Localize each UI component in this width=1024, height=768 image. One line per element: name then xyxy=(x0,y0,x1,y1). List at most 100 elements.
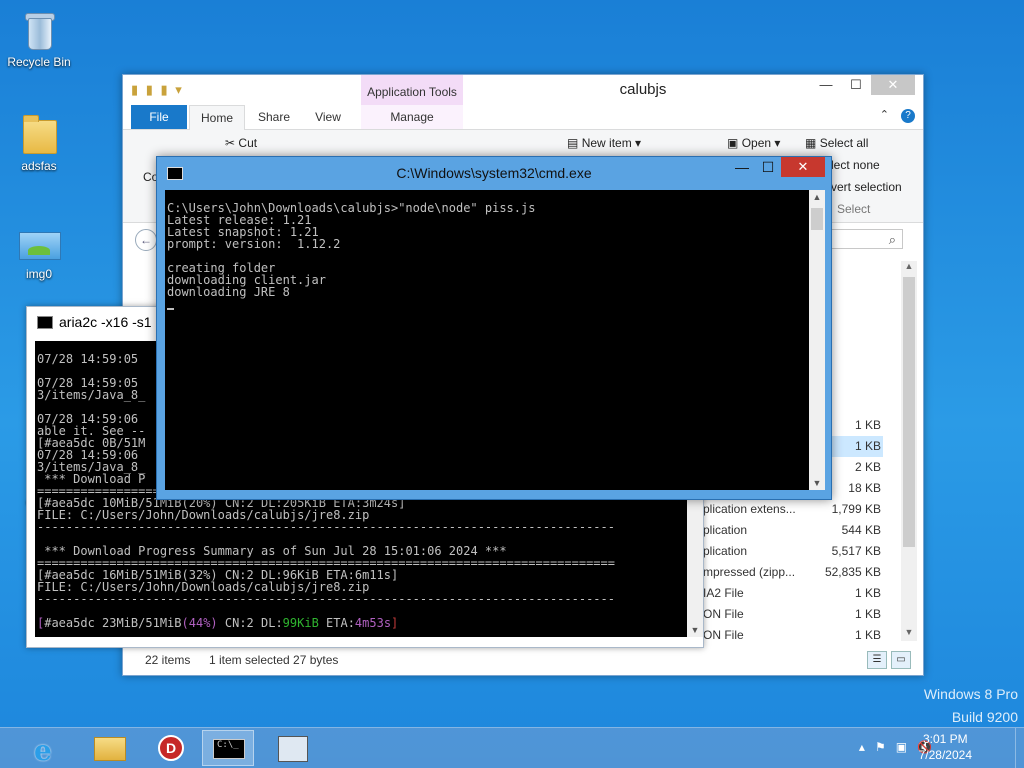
taskbar-internet-explorer[interactable]: e xyxy=(20,730,72,767)
cmd-window[interactable]: C:\Windows\system32\cmd.exe — ☐ ✕ C:\Use… xyxy=(156,156,832,500)
ribbon-tabs: File Home Share View Manage ⌃ ? xyxy=(123,105,923,131)
text-cursor xyxy=(167,308,174,310)
file-size: 1,799 KB xyxy=(831,502,881,516)
clock-date: 7/28/2024 xyxy=(918,748,972,762)
maximize-button[interactable]: ☐ xyxy=(755,157,781,177)
scissors-icon: ✂ xyxy=(225,136,236,150)
taskbar: e D C:\_ ▴ ⚑ ▣ 🔇 3:01 PM 7/28/2024 xyxy=(0,727,1024,768)
close-button[interactable]: ✕ xyxy=(781,157,825,177)
taskbar-app-window[interactable] xyxy=(266,730,318,766)
scroll-up-icon[interactable]: ▲ xyxy=(809,192,825,202)
progress-amount: 23MiB/51MiB xyxy=(102,616,182,630)
desktop-icon-recycle-bin[interactable]: Recycle Bin xyxy=(4,8,74,69)
clock[interactable]: 3:01 PM 7/28/2024 xyxy=(919,731,972,763)
tab-home[interactable]: Home xyxy=(189,105,245,131)
network-icon[interactable]: ▣ xyxy=(896,740,907,754)
desktop-icon-label: img0 xyxy=(25,267,52,281)
maximize-button[interactable]: ☐ xyxy=(841,75,871,95)
scroll-down-icon[interactable]: ▼ xyxy=(901,627,917,641)
file-type: mpressed (zipp... xyxy=(703,565,796,579)
select-all-button[interactable]: ▦ Select all xyxy=(805,136,868,150)
command-prompt-icon: C:\_ xyxy=(213,739,245,759)
tab-share[interactable]: Share xyxy=(249,105,299,129)
console-line: ----------------------------------------… xyxy=(37,592,615,606)
file-row[interactable]: plication extens... 1,799 KB xyxy=(703,499,883,520)
open-icon: ▣ xyxy=(727,136,739,150)
explorer-titlebar[interactable]: ▮ ▮ ▮ ▾ Application Tools calubjs — ☐ ✕ xyxy=(123,75,923,105)
edition-watermark: Windows 8 Pro xyxy=(923,686,1018,702)
file-size: 544 KB xyxy=(841,523,881,537)
desktop-icon-img0[interactable]: img0 xyxy=(4,220,74,281)
ribbon-collapse-icon[interactable]: ⌃ xyxy=(880,108,889,121)
action-center-flag-icon[interactable]: ⚑ xyxy=(875,740,886,754)
progress-cn: CN:2 DL: xyxy=(217,616,283,630)
help-icon[interactable]: ? xyxy=(901,109,915,123)
file-list-scrollbar[interactable]: ▲ ▼ xyxy=(901,261,917,641)
file-type: plication xyxy=(703,544,748,558)
scrollbar-thumb[interactable] xyxy=(811,208,823,230)
file-row[interactable]: mpressed (zipp... 52,835 KB xyxy=(703,562,883,583)
large-icons-view-icon[interactable]: ▭ xyxy=(891,651,911,669)
explorer-title: calubjs xyxy=(619,81,667,98)
details-view-icon[interactable]: ☰ xyxy=(867,651,887,669)
recycle-bin-icon xyxy=(19,8,59,52)
file-row[interactable]: ON File 1 KB xyxy=(703,604,883,625)
selection-info: 1 item selected 27 bytes xyxy=(209,653,339,667)
new-item-button[interactable]: ▤ New item ▾ xyxy=(567,136,641,150)
scroll-down-icon[interactable]: ▼ xyxy=(809,478,825,488)
invert-selection-button[interactable]: vert selection xyxy=(831,180,902,194)
file-row[interactable]: ON File 1 KB xyxy=(703,625,883,646)
application-window-icon xyxy=(278,736,308,762)
new-item-icon: ▤ xyxy=(567,136,579,150)
file-row[interactable]: plication 544 KB xyxy=(703,520,883,541)
file-size: 1 KB xyxy=(854,586,881,600)
cut-button[interactable]: ✂ Cut xyxy=(225,136,257,150)
file-row[interactable]: plication 5,517 KB xyxy=(703,541,883,562)
progress-eta-label: ETA: xyxy=(318,616,355,630)
console-cursor-line xyxy=(167,298,807,310)
cmd-console-output[interactable]: C:\Users\John\Downloads\calubjs>"node\no… xyxy=(165,190,809,490)
folder-icon xyxy=(94,737,126,761)
desktop-icon-label: Recycle Bin xyxy=(7,55,71,69)
taskbar-cmd[interactable]: C:\_ xyxy=(202,730,254,766)
select-group-label: Select xyxy=(837,202,871,216)
select-none-button[interactable]: lect none xyxy=(831,158,880,172)
console-line: prompt: version: 1.12.2 xyxy=(167,237,341,251)
show-desktop-button[interactable] xyxy=(1015,728,1024,768)
file-row[interactable]: IA2 File 1 KB xyxy=(703,583,883,604)
file-size: 5,517 KB xyxy=(831,544,881,558)
app-d-icon: D xyxy=(158,735,184,761)
desktop-icon-label: adsfas xyxy=(21,159,57,173)
open-button[interactable]: ▣ Open ▾ xyxy=(727,136,780,150)
console-line: downloading JRE 8 xyxy=(167,285,290,299)
minimize-button[interactable]: — xyxy=(729,157,755,177)
file-type: IA2 File xyxy=(703,586,744,600)
back-button[interactable]: ← xyxy=(135,229,157,251)
image-icon xyxy=(19,220,61,264)
show-hidden-icons-icon[interactable]: ▴ xyxy=(859,740,865,754)
cmd-titlebar[interactable]: C:\Windows\system32\cmd.exe — ☐ ✕ xyxy=(157,157,831,189)
tab-view[interactable]: View xyxy=(303,105,353,129)
file-size: 1 KB xyxy=(854,607,881,621)
item-count: 22 items xyxy=(145,653,191,667)
scroll-down-icon[interactable]: ▼ xyxy=(687,625,703,635)
tab-file[interactable]: File xyxy=(131,105,187,129)
progress-dl: 99KiB xyxy=(282,616,319,630)
aria2c-title: aria2c -x16 -s1 xyxy=(59,314,152,330)
scroll-up-icon[interactable]: ▲ xyxy=(901,261,917,275)
close-button[interactable]: ✕ xyxy=(871,75,915,95)
build-watermark: Build 9200 xyxy=(951,709,1018,725)
minimize-button[interactable]: — xyxy=(811,75,841,95)
scrollbar-thumb[interactable] xyxy=(903,277,915,547)
progress-id: #aea5dc xyxy=(44,616,103,630)
progress-pct: (44%) xyxy=(181,616,218,630)
file-size: 52,835 KB xyxy=(824,565,881,579)
internet-explorer-icon: e xyxy=(34,734,52,767)
aria2c-progress-line: [#aea5dc 23MiB/51MiB(44%) CN:2 DL:99KiB … xyxy=(37,617,685,629)
desktop-icon-adsfas[interactable]: adsfas xyxy=(4,112,74,173)
console-icon xyxy=(37,316,53,329)
cmd-scrollbar[interactable]: ▲ ▼ xyxy=(809,190,825,490)
taskbar-app-d[interactable]: D xyxy=(144,730,196,766)
taskbar-file-explorer[interactable] xyxy=(82,730,134,766)
tab-manage[interactable]: Manage xyxy=(361,105,463,129)
